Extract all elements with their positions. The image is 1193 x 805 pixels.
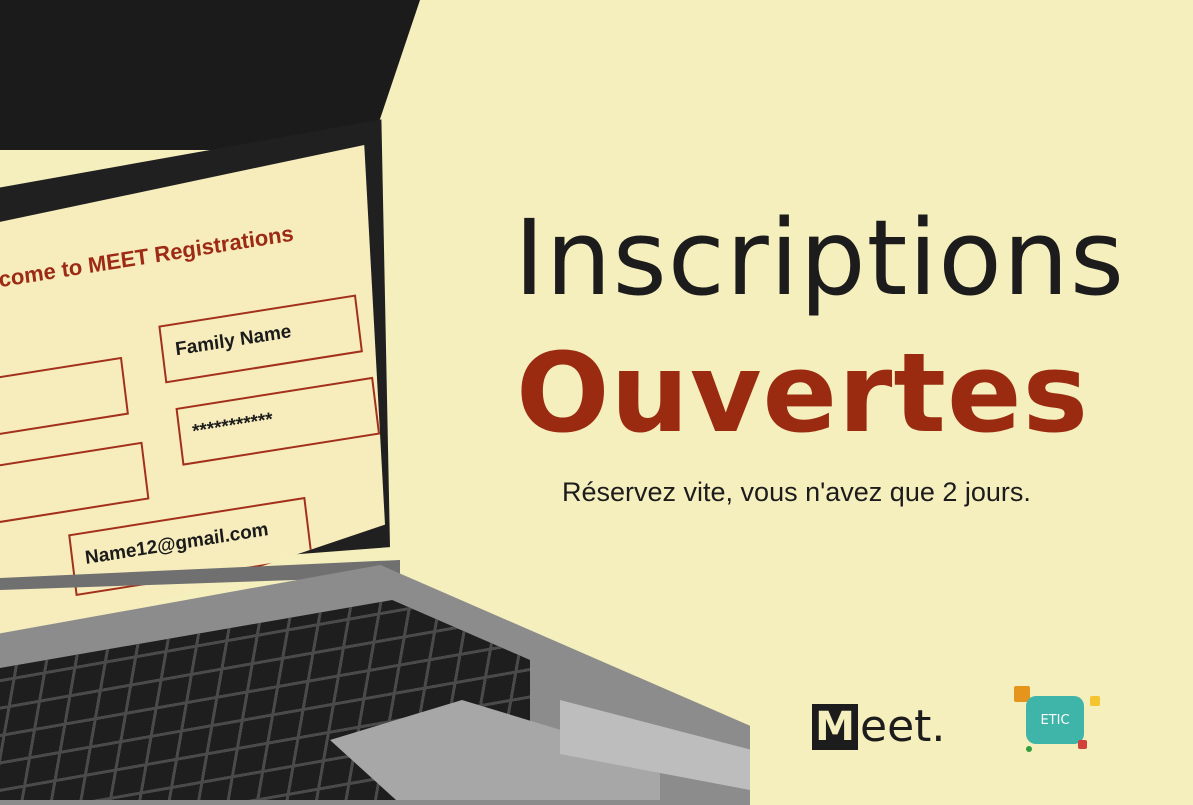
meet-logo-letter: M (812, 704, 858, 750)
etic-yellow-square (1090, 696, 1100, 706)
meet-logo-text: eet. (860, 701, 946, 752)
password-field: ** (0, 441, 150, 530)
confirm-password-field: *********** (175, 376, 381, 466)
promo-banner: lcome to MEET Registrations e Family Nam… (0, 0, 1193, 805)
etic-logo-text: ETIC (1040, 712, 1070, 728)
etic-logo-box: ETIC (1026, 696, 1084, 744)
form-title: lcome to MEET Registrations (0, 220, 295, 294)
family-name-field: Family Name (158, 294, 363, 384)
etic-logo: ETIC (1012, 684, 1104, 756)
first-name-field: e (0, 356, 129, 444)
headline: Inscriptions (514, 197, 1126, 319)
meet-logo: M eet. (812, 700, 945, 750)
tagline: Réservez vite, vous n'avez que 2 jours. (562, 477, 1031, 507)
etic-green-dot (1026, 746, 1032, 752)
etic-red-square (1078, 740, 1087, 749)
subheadline: Ouvertes (516, 329, 1090, 457)
